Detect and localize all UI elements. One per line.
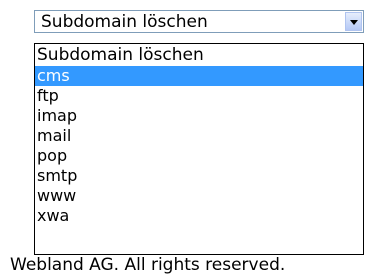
option-www[interactable]: www [35, 186, 363, 206]
option-ftp[interactable]: ftp [35, 86, 363, 106]
option-subdomain-loeschen[interactable]: Subdomain löschen [35, 44, 363, 66]
subdomain-select[interactable]: Subdomain löschen [34, 10, 364, 33]
option-pop[interactable]: pop [35, 146, 363, 166]
select-current-value: Subdomain löschen [41, 12, 208, 32]
footer-copyright: Webland AG. All rights reserved. [10, 255, 286, 275]
option-xwa[interactable]: xwa [35, 206, 363, 226]
dropdown-list[interactable]: Subdomain löschen cms ftp imap mail pop … [34, 43, 364, 255]
option-cms[interactable]: cms [35, 66, 363, 86]
option-imap[interactable]: imap [35, 106, 363, 126]
option-smtp[interactable]: smtp [35, 166, 363, 186]
dropdown-button[interactable] [345, 12, 362, 31]
chevron-down-icon [350, 20, 358, 25]
option-mail[interactable]: mail [35, 126, 363, 146]
page: Subdomain löschen Subdomain löschen cms … [0, 0, 389, 278]
